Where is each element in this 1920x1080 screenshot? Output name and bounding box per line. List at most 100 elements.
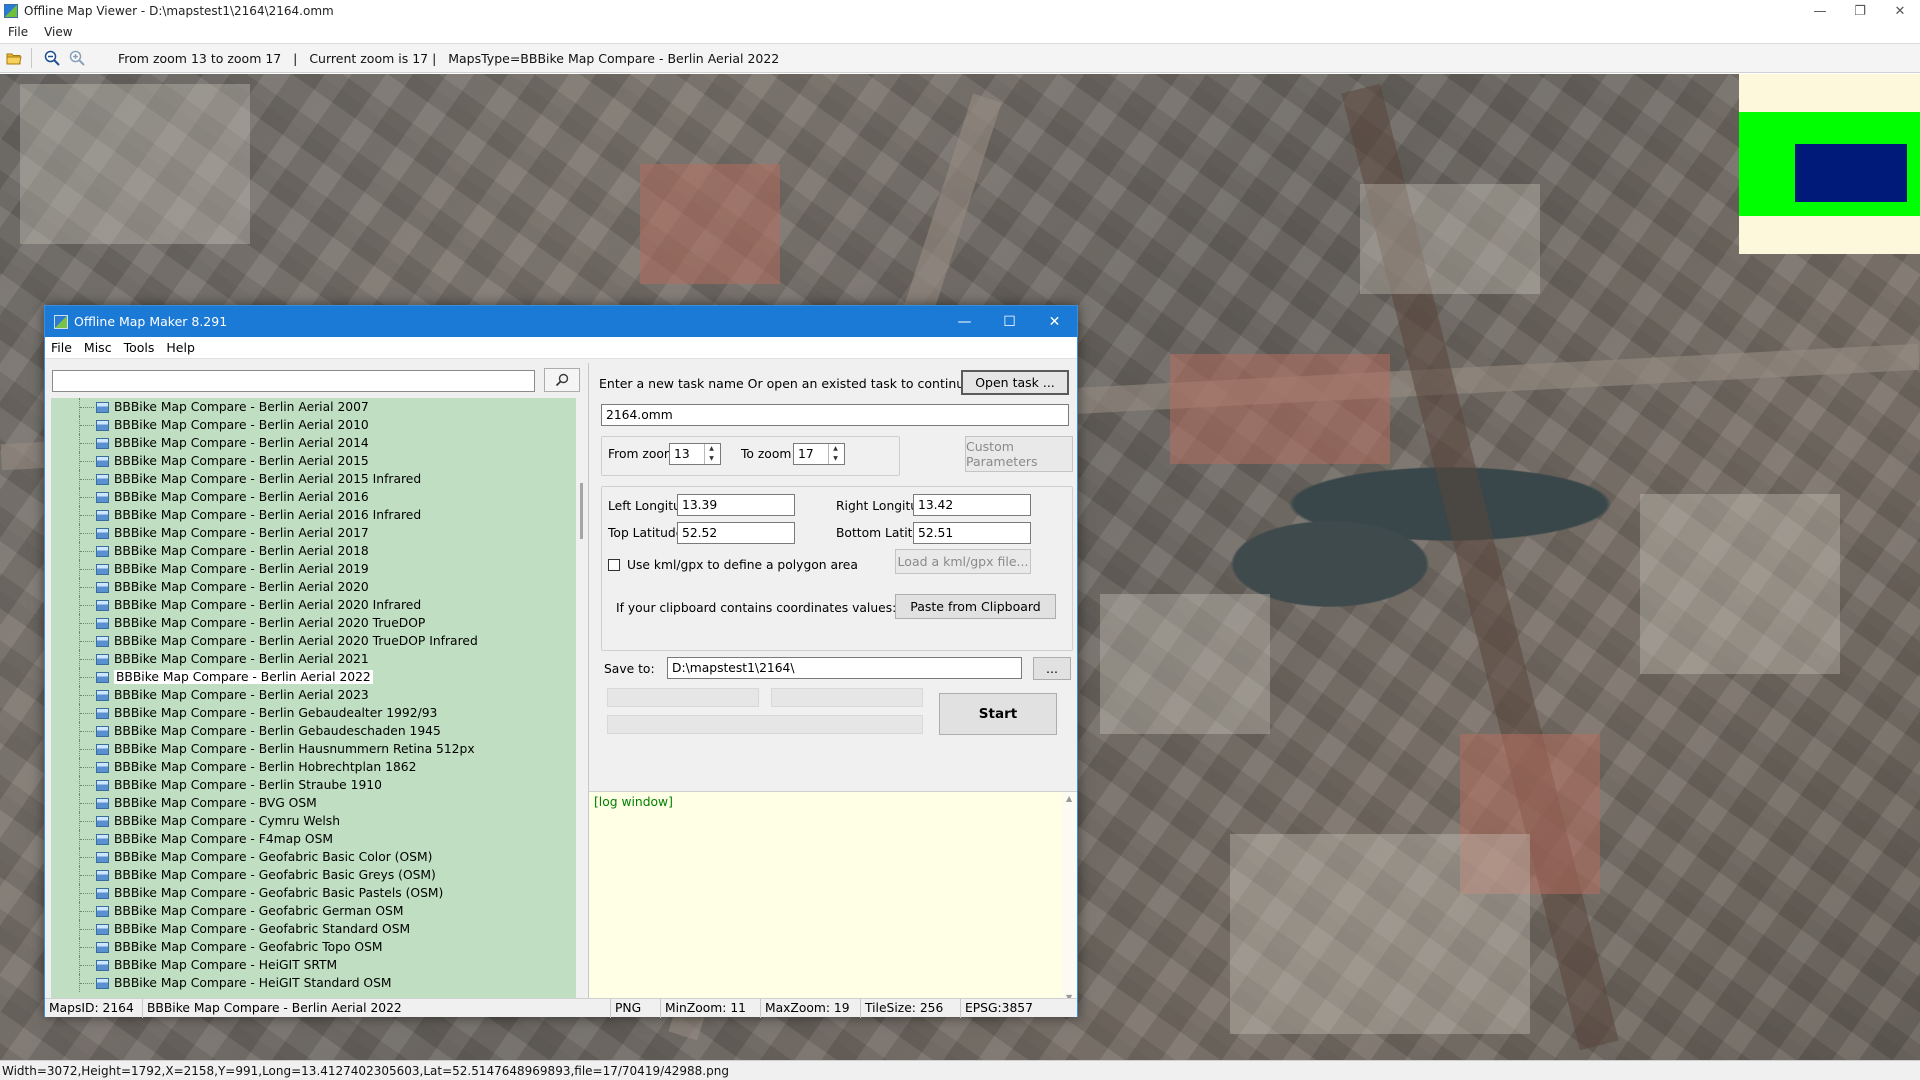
zoom-out-icon[interactable] [41,47,63,69]
menu-view[interactable]: View [36,25,80,39]
zoom-in-icon[interactable] [66,47,88,69]
start-button[interactable]: Start [939,693,1057,735]
right-longitude-input[interactable]: 13.42 [913,494,1031,516]
open-task-button[interactable]: Open task ... [961,370,1069,395]
tree-item[interactable]: BBBike Map Compare - Berlin Aerial 2007 [51,398,573,416]
dialog-menu-file[interactable]: File [45,340,78,355]
tree-item[interactable]: BBBike Map Compare - Berlin Aerial 2010 [51,416,573,434]
dialog-menu-misc[interactable]: Misc [78,340,118,355]
restore-button[interactable]: ❐ [1840,0,1880,22]
open-folder-icon[interactable] [3,47,25,69]
tree-item[interactable]: BBBike Map Compare - Berlin Aerial 2020 [51,578,573,596]
search-input[interactable] [52,370,535,392]
tree-item[interactable]: BBBike Map Compare - Berlin Straube 1910 [51,776,573,794]
spin-up-icon[interactable]: ▲ [829,444,842,454]
tree-item[interactable]: BBBike Map Compare - Berlin Aerial 2020 … [51,596,573,614]
maps-list-pane: BBBike Map Compare - Berlin Aerial 2007 B… [50,363,583,998]
tree-item-label: BBBike Map Compare - Berlin Hausnummern … [114,742,475,756]
tree-item[interactable]: BBBike Map Compare - Berlin Hausnummern … [51,740,573,758]
load-kml-button[interactable]: Load a kml/gpx file... [895,549,1031,574]
menu-file[interactable]: File [0,25,36,39]
to-zoom-spinner[interactable]: 17 ▲ ▼ [793,443,845,465]
tree-item[interactable]: BBBike Map Compare - Berlin Aerial 2015 [51,452,573,470]
left-longitude-input[interactable]: 13.39 [677,494,795,516]
dialog-minimize-button[interactable]: — [942,306,987,337]
scroll-up-icon[interactable]: ▲ [1066,794,1072,803]
custom-parameters-button[interactable]: Custom Parameters [965,436,1073,472]
tree-branch-line [80,443,94,444]
tree-branch-line [80,641,94,642]
search-icon[interactable] [544,368,580,392]
tree-item[interactable]: BBBike Map Compare - Geofabric German OS… [51,902,573,920]
close-button[interactable]: ✕ [1880,0,1920,22]
dialog-menu-tools[interactable]: Tools [118,340,161,355]
task-settings-pane: Enter a new task name Or open an existed… [589,363,1077,1003]
tree-item[interactable]: BBBike Map Compare - Berlin Aerial 2015 … [51,470,573,488]
map-layer-icon [96,689,109,701]
tree-item-label: BBBike Map Compare - Berlin Aerial 2018 [114,544,369,558]
tree-item-label: BBBike Map Compare - Berlin Aerial 2020 … [114,598,422,612]
log-scrollbar[interactable]: ▲ ▼ [1063,792,1077,1003]
spin-up-icon[interactable]: ▲ [705,444,718,454]
tree-branch-line [80,677,94,678]
paste-clipboard-button[interactable]: Paste from Clipboard [895,594,1056,619]
tree-item[interactable]: BBBike Map Compare - HeiGIT SRTM [51,956,573,974]
tree-item[interactable]: BBBike Map Compare - Berlin Aerial 2023 [51,686,573,704]
tree-item[interactable]: BBBike Map Compare - Geofabric Basic Pas… [51,884,573,902]
overview-viewport[interactable] [1795,144,1907,202]
tree-item[interactable]: BBBike Map Compare - Berlin Hobrechtplan… [51,758,573,776]
kml-polygon-checkbox[interactable] [608,559,620,571]
tree-item[interactable]: BBBike Map Compare - Berlin Aerial 2018 [51,542,573,560]
top-latitude-input[interactable]: 52.52 [677,522,795,544]
tree-scrollbar[interactable] [579,398,583,998]
tree-item[interactable]: BBBike Map Compare - Berlin Aerial 2019 [51,560,573,578]
tree-item[interactable]: BBBike Map Compare - Berlin Aerial 2022 [51,668,573,686]
dialog-menu-help[interactable]: Help [160,340,201,355]
tree-item[interactable]: BBBike Map Compare - Berlin Aerial 2017 [51,524,573,542]
tree-item[interactable]: BBBike Map Compare - Berlin Aerial 2021 [51,650,573,668]
tree-item[interactable]: BBBike Map Compare - Berlin Aerial 2016 … [51,506,573,524]
bottom-latitude-input[interactable]: 52.51 [913,522,1031,544]
browse-button[interactable]: ... [1033,657,1071,680]
tree-item[interactable]: BBBike Map Compare - BVG OSM [51,794,573,812]
tree-item-label: BBBike Map Compare - Geofabric Topo OSM [114,940,383,954]
tree-branch-line [80,893,94,894]
log-window[interactable]: [log window] ▲ ▼ [589,791,1077,1003]
tree-item[interactable]: BBBike Map Compare - Geofabric Topo OSM [51,938,573,956]
map-layer-icon [96,401,109,413]
top-latitude-label: Top Latitude [608,526,684,540]
tree-item[interactable]: BBBike Map Compare - Berlin Gebaudealter… [51,704,573,722]
spin-down-icon[interactable]: ▼ [829,454,842,464]
task-name-input[interactable]: 2164.omm [601,404,1069,426]
overview-map[interactable] [1739,74,1920,254]
dialog-close-button[interactable]: ✕ [1032,306,1077,337]
map-layer-icon [96,761,109,773]
tree-branch-line [80,605,94,606]
save-path-input[interactable]: D:\mapstest1\2164\ [667,657,1022,679]
tree-scrollbar-thumb[interactable] [580,483,583,539]
tree-item[interactable]: BBBike Map Compare - HeiGIT Standard OSM [51,974,573,992]
from-zoom-spinner[interactable]: 13 ▲ ▼ [669,443,721,465]
map-layer-icon [96,707,109,719]
tree-item[interactable]: BBBike Map Compare - Geofabric Basic Col… [51,848,573,866]
maps-tree[interactable]: BBBike Map Compare - Berlin Aerial 2007 B… [51,398,576,998]
minimize-button[interactable]: — [1800,0,1840,22]
spin-down-icon[interactable]: ▼ [705,454,718,464]
tree-item[interactable]: BBBike Map Compare - Berlin Aerial 2020 … [51,632,573,650]
tree-item[interactable]: BBBike Map Compare - Geofabric Standard … [51,920,573,938]
tree-item[interactable]: BBBike Map Compare - F4map OSM [51,830,573,848]
tree-item[interactable]: BBBike Map Compare - Berlin Aerial 2020 … [51,614,573,632]
status-min-zoom: MinZoom: 11 [661,998,761,1018]
tree-branch-line [80,983,94,984]
tree-item[interactable]: BBBike Map Compare - Berlin Gebaudeschad… [51,722,573,740]
tree-item[interactable]: BBBike Map Compare - Geofabric Basic Gre… [51,866,573,884]
map-layer-icon [96,509,109,521]
tree-item[interactable]: BBBike Map Compare - Berlin Aerial 2016 [51,488,573,506]
dialog-statusbar: MapsID: 2164 BBBike Map Compare - Berlin… [45,998,1077,1018]
map-layer-icon [96,437,109,449]
map-layer-icon [96,563,109,575]
tree-item[interactable]: BBBike Map Compare - Cymru Welsh [51,812,573,830]
tree-item[interactable]: BBBike Map Compare - Berlin Aerial 2014 [51,434,573,452]
tree-item-label: BBBike Map Compare - Berlin Gebaudeschad… [114,724,441,738]
dialog-maximize-button[interactable]: ☐ [987,306,1032,337]
